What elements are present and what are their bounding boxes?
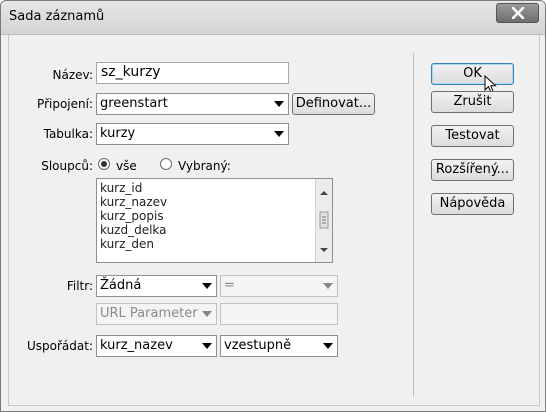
columns-all-radio[interactable] bbox=[98, 158, 110, 170]
radio-selected-dot bbox=[101, 161, 107, 167]
scroll-thumb-grip-icon bbox=[319, 211, 329, 229]
test-button[interactable]: Testovat bbox=[431, 125, 514, 147]
chevron-down-icon bbox=[202, 343, 212, 349]
table-select[interactable]: kurzy bbox=[96, 123, 289, 145]
title-bar: Sada záznamů bbox=[1, 1, 545, 35]
scroll-down-icon bbox=[320, 248, 328, 252]
cancel-button[interactable]: Zrušit bbox=[431, 91, 514, 113]
advanced-button[interactable]: Rozšířený... bbox=[431, 159, 514, 181]
chevron-down-icon bbox=[274, 131, 284, 137]
table-value: kurzy bbox=[100, 126, 136, 141]
chevron-down-icon bbox=[323, 343, 333, 349]
connection-label: Připojení: bbox=[37, 97, 93, 111]
name-input[interactable]: sz_kurzy bbox=[96, 62, 289, 84]
ok-button[interactable]: OK bbox=[431, 63, 514, 85]
table-label: Tabulka: bbox=[43, 127, 93, 141]
filter-operator-value: = bbox=[224, 278, 235, 293]
sort-field-value: kurz_nazev bbox=[100, 338, 173, 353]
sort-label: Uspořádat: bbox=[27, 339, 93, 353]
list-item[interactable]: kurz_nazev bbox=[97, 195, 332, 209]
close-button[interactable] bbox=[496, 3, 539, 23]
sort-field-select[interactable]: kurz_nazev bbox=[96, 335, 217, 357]
filter-value-input[interactable] bbox=[220, 303, 338, 325]
filter-source-value: URL Parameter bbox=[100, 306, 198, 321]
columns-scrollbar[interactable] bbox=[315, 179, 332, 262]
name-label: Název: bbox=[52, 68, 94, 82]
list-item[interactable]: kurz_den bbox=[97, 237, 332, 251]
define-button[interactable]: Definovat... bbox=[292, 93, 375, 115]
columns-selected-label: Vybraný: bbox=[178, 159, 231, 173]
filter-label: Filtr: bbox=[66, 279, 93, 293]
chevron-down-icon bbox=[202, 283, 212, 289]
vertical-divider bbox=[413, 53, 414, 397]
sort-direction-select[interactable]: vzestupně bbox=[220, 335, 338, 357]
list-item[interactable]: kuzd_delka bbox=[97, 223, 332, 237]
connection-select[interactable]: greenstart bbox=[96, 93, 289, 115]
columns-all-label: vše bbox=[116, 159, 137, 173]
dialog-title: Sada záznamů bbox=[9, 9, 105, 24]
filter-column-value: Žádná bbox=[100, 278, 142, 293]
dialog-body: Název: sz_kurzy Připojení: greenstart De… bbox=[8, 35, 540, 406]
connection-value: greenstart bbox=[100, 96, 168, 111]
columns-label: Sloupců: bbox=[41, 159, 93, 173]
close-icon bbox=[511, 7, 524, 19]
chevron-down-icon bbox=[274, 101, 284, 107]
columns-selected-radio[interactable] bbox=[160, 158, 172, 170]
filter-column-select[interactable]: Žádná bbox=[96, 275, 217, 297]
list-item[interactable]: kurz_popis bbox=[97, 209, 332, 223]
filter-source-select[interactable]: URL Parameter bbox=[96, 303, 217, 325]
filter-operator-select[interactable]: = bbox=[220, 275, 338, 297]
chevron-down-icon bbox=[323, 283, 333, 289]
columns-list[interactable]: kurz_id kurz_nazev kurz_popis kuzd_delka… bbox=[96, 178, 333, 263]
help-button[interactable]: Nápověda bbox=[431, 193, 514, 215]
sort-direction-value: vzestupně bbox=[224, 338, 292, 353]
list-item[interactable]: kurz_id bbox=[97, 181, 332, 195]
scroll-up-icon bbox=[320, 191, 328, 195]
dialog-window: Sada záznamů Název: sz_kurzy Připojení: … bbox=[0, 0, 546, 412]
chevron-down-icon bbox=[202, 311, 212, 317]
